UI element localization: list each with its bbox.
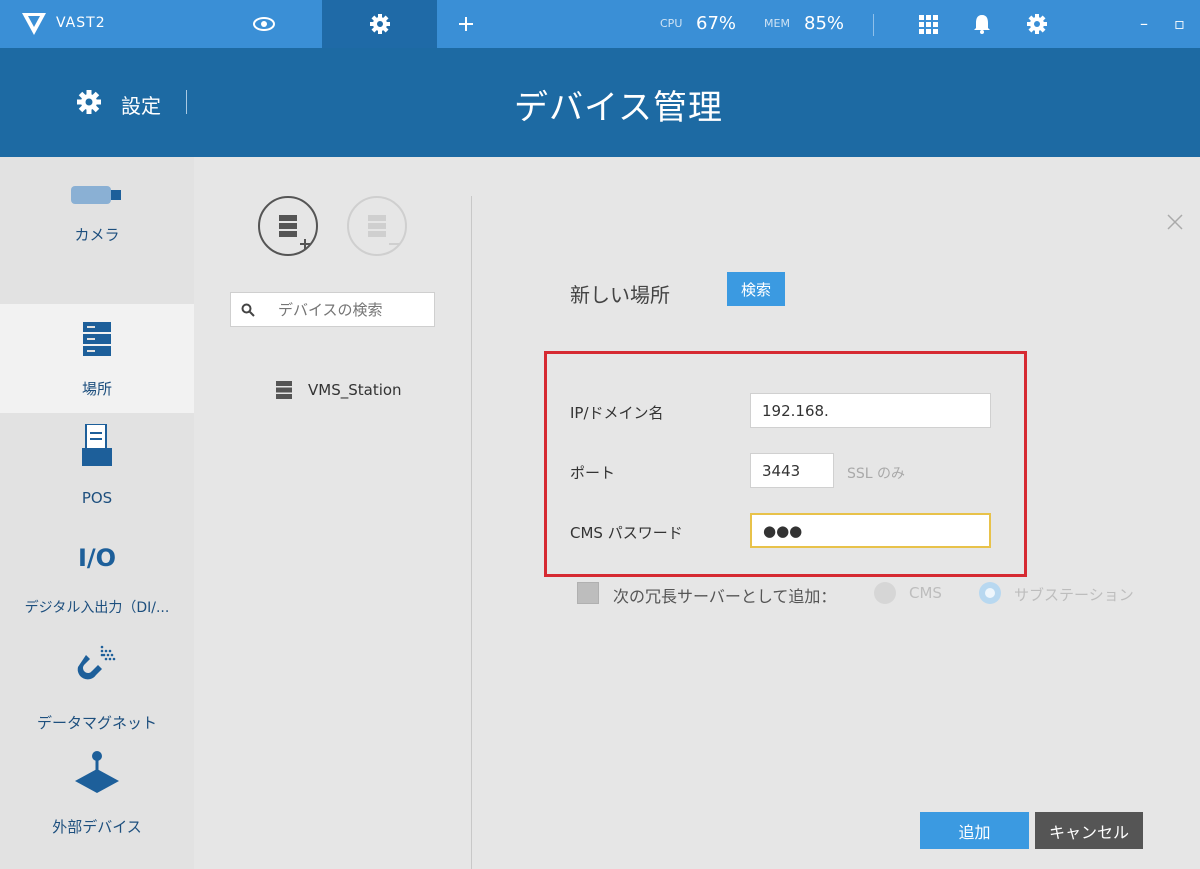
sidebar-item-camera[interactable]: カメラ	[0, 157, 194, 266]
sidebar-item-label: 外部デバイス	[52, 818, 142, 836]
titlebar-divider	[873, 14, 874, 36]
port-input[interactable]	[750, 453, 834, 488]
cancel-button[interactable]: キャンセル	[1035, 812, 1143, 849]
bell-icon[interactable]	[971, 13, 993, 35]
minimize-button[interactable]: –	[1140, 14, 1148, 33]
gear-icon[interactable]	[1026, 13, 1048, 35]
remove-server-icon	[368, 215, 400, 245]
redundant-server-checkbox[interactable]	[577, 582, 599, 604]
mem-value: 85%	[804, 13, 845, 34]
port-label: ポート	[570, 464, 616, 482]
app-name: VAST2	[56, 15, 106, 31]
radio-cms-label: CMS	[909, 584, 942, 602]
sidebar-item-label: POS	[81, 489, 113, 507]
grid-icon[interactable]	[917, 13, 939, 35]
add-button[interactable]: 追加	[920, 812, 1029, 849]
server-icon	[83, 322, 111, 356]
cpu-value: 67%	[696, 13, 737, 34]
tab-settings[interactable]	[322, 0, 437, 48]
tab-add[interactable]	[438, 0, 493, 48]
vivotek-logo-icon	[22, 13, 46, 35]
maximize-button[interactable]: ▫	[1174, 14, 1185, 33]
sidebar-item-label: カメラ	[74, 226, 120, 244]
magnet-icon	[77, 645, 116, 680]
sidebar-item-label: デジタル入出力（DI/...	[24, 600, 170, 616]
sidebar: カメラ 場所 POS I/O デジタル入出力（DI/... データマグネット 外…	[0, 157, 194, 869]
sidebar-item-digital-io[interactable]: I/O デジタル入出力（DI/...	[0, 522, 194, 631]
header-divider	[186, 90, 187, 114]
pos-terminal-icon	[82, 424, 112, 466]
page-title: デバイス管理	[514, 88, 723, 128]
radio-cms[interactable]	[874, 582, 896, 604]
ip-domain-input[interactable]	[750, 393, 991, 428]
eye-icon	[252, 17, 275, 31]
redundant-server-label: 次の冗長サーバーとして追加：	[613, 587, 837, 606]
sidebar-item-label: データマグネット	[36, 714, 157, 732]
sidebar-item-external-device[interactable]: 外部デバイス	[0, 740, 194, 849]
device-search-input[interactable]	[278, 301, 428, 319]
ip-domain-label: IP/ドメイン名	[570, 404, 664, 422]
tab-liveview[interactable]	[206, 0, 321, 48]
sidebar-item-label: 場所	[81, 380, 112, 398]
page-header: 設定 デバイス管理	[0, 48, 1200, 157]
radio-substation[interactable]	[979, 582, 1001, 604]
settings-label: 設定	[121, 94, 161, 118]
device-search[interactable]	[230, 292, 435, 327]
joystick-icon	[75, 751, 119, 793]
close-icon[interactable]	[1166, 213, 1184, 231]
sidebar-item-data-magnet[interactable]: データマグネット	[0, 631, 194, 740]
sidebar-item-location[interactable]: 場所	[0, 304, 194, 413]
camera-icon	[71, 186, 121, 204]
radio-substation-label: サブステーション	[1014, 586, 1134, 604]
add-server-icon	[279, 215, 310, 249]
device-list-item[interactable]: VMS_Station	[276, 380, 402, 400]
io-icon: I/O	[77, 544, 117, 572]
cms-password-input[interactable]	[750, 513, 991, 548]
mem-label: MEM	[764, 17, 790, 30]
gear-icon	[369, 14, 390, 34]
add-device-button[interactable]	[258, 196, 318, 256]
plus-icon	[458, 17, 473, 31]
device-list-item-label: VMS_Station	[308, 381, 402, 399]
title-bar: VAST2 CPU 67% MEM 85% – ▫	[0, 0, 1200, 48]
panel-divider	[471, 196, 472, 869]
form-title: 新しい場所	[570, 283, 670, 307]
search-button[interactable]: 検索	[727, 272, 785, 306]
server-icon	[276, 381, 292, 399]
cpu-label: CPU	[660, 17, 683, 30]
ssl-only-note: SSL のみ	[847, 466, 906, 482]
sidebar-item-pos[interactable]: POS	[0, 413, 194, 522]
settings-gear-icon[interactable]	[74, 87, 104, 117]
search-icon	[241, 303, 255, 317]
cms-password-label: CMS パスワード	[570, 524, 683, 542]
device-list-panel	[194, 157, 472, 869]
remove-device-button[interactable]	[347, 196, 407, 256]
